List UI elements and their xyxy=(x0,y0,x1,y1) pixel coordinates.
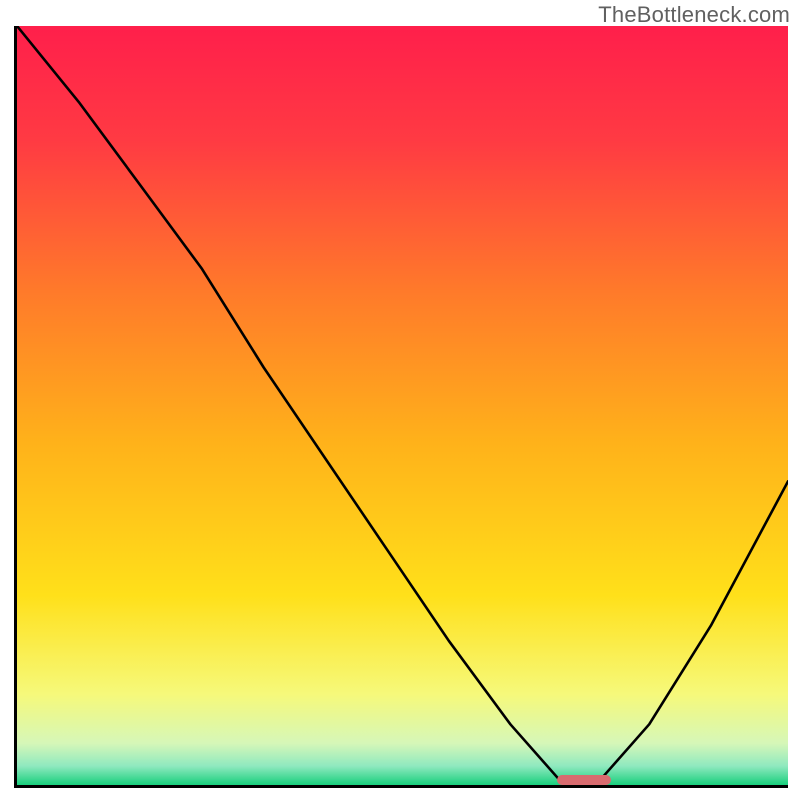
bottleneck-curve xyxy=(17,26,788,785)
watermark-text: TheBottleneck.com xyxy=(598,2,790,28)
plot-area xyxy=(14,26,788,788)
optimum-marker xyxy=(557,775,611,785)
chart-frame: TheBottleneck.com xyxy=(0,0,800,800)
